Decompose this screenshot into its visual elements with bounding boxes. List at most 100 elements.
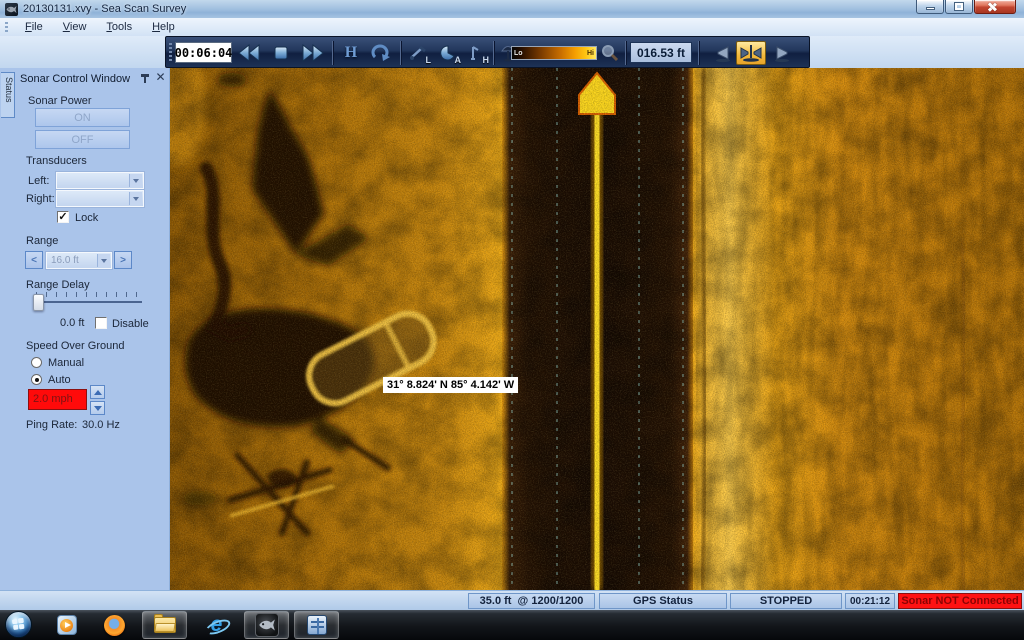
magnifier-icon <box>601 44 619 62</box>
coordinate-label: 31° 8.824' N 85° 4.142' W <box>383 377 518 393</box>
transducers-label: Transducers <box>26 155 87 167</box>
speaker-both-icon <box>739 43 763 63</box>
rotate-button[interactable] <box>366 41 396 65</box>
connection-status-cell: Sonar NOT Connected <box>898 593 1022 609</box>
restore-button[interactable] <box>945 0 973 14</box>
manual-label: Manual <box>48 357 84 369</box>
panel-pin-icon[interactable] <box>140 73 150 84</box>
title-bar: 20130131.xvy - Sea Scan Survey <box>0 0 1024 18</box>
gps-status-cell: GPS Status <box>599 593 727 609</box>
speaker-right-button[interactable] <box>769 41 795 65</box>
speed-spinner-down[interactable] <box>90 401 105 415</box>
fast-forward-icon <box>301 44 325 62</box>
stop-button[interactable] <box>266 41 296 65</box>
speaker-both-button[interactable] <box>736 41 766 65</box>
magnifier-button[interactable] <box>598 41 622 65</box>
range-next-button[interactable]: > <box>114 251 132 269</box>
sonar-power-off-button[interactable]: OFF <box>35 130 130 149</box>
speed-input[interactable]: 2.0 mph <box>28 389 87 410</box>
sonar-image <box>170 68 1024 590</box>
minimize-icon <box>926 7 935 10</box>
range-delay-value: 0.0 ft <box>60 317 84 329</box>
menu-bar: File View Tools Help <box>0 18 1024 36</box>
close-button[interactable] <box>974 0 1016 14</box>
palette-colorbar: Lo Hi <box>511 46 597 60</box>
transducer-right-label: Right: <box>26 193 55 205</box>
transducer-left-label: Left: <box>28 175 49 187</box>
menu-grip-handle[interactable] <box>5 22 8 32</box>
speaker-left-button[interactable] <box>711 41 734 65</box>
h-mode-icon: H <box>345 44 357 62</box>
colorbar-hi-label: Hi <box>587 50 594 57</box>
menu-item-view[interactable]: View <box>54 20 96 34</box>
tool-h-button[interactable]: H <box>464 41 490 65</box>
toolbar-row: 00:06:04 H L <box>0 36 1024 68</box>
colorbar-lo-label: Lo <box>514 50 523 57</box>
slider-thumb[interactable] <box>33 294 44 311</box>
rewind-icon <box>237 44 261 62</box>
range-select[interactable]: 16.0 ft <box>46 252 112 269</box>
time-status-cell: 00:21:12 <box>845 593 895 609</box>
restore-icon <box>955 3 963 10</box>
menu-item-tools[interactable]: Tools <box>97 20 141 34</box>
fast-forward-button[interactable] <box>298 41 328 65</box>
taskbar-item-explorer[interactable] <box>142 611 187 639</box>
disable-checkbox[interactable] <box>95 317 107 329</box>
range-delay-slider[interactable] <box>34 301 142 303</box>
internet-explorer-icon: e <box>205 613 229 637</box>
toolbar: 00:06:04 H L <box>165 36 810 68</box>
taskbar-item-logbook[interactable] <box>294 611 339 639</box>
status-bar: 35.0 ft @ 1200/1200 GPS Status STOPPED 0… <box>0 590 1024 610</box>
taskbar: e 1:23 PM 1/31/2013 <box>0 610 1024 640</box>
seascan-fish-icon <box>255 613 279 637</box>
menu-item-help[interactable]: Help <box>143 20 184 34</box>
tool-a-button[interactable]: A <box>434 41 462 65</box>
range-prev-button[interactable]: < <box>25 251 43 269</box>
transducer-left-select[interactable] <box>56 172 144 189</box>
sonar-waterfall-display[interactable] <box>170 68 1024 590</box>
sonar-control-panel: Status Sonar Control Window ✕ Sonar Powe… <box>0 68 170 590</box>
ping-rate-value: 30.0 Hz <box>82 419 120 431</box>
application-window: 20130131.xvy - Sea Scan Survey File View… <box>0 0 1024 640</box>
playback-time-display: 00:06:04 <box>175 42 232 63</box>
taskbar-item-media-player[interactable] <box>44 611 89 639</box>
minimize-button[interactable] <box>916 0 944 14</box>
slider-tick-marks <box>36 292 142 297</box>
h-mode-button[interactable]: H <box>338 41 364 65</box>
window-title: 20130131.xvy - Sea Scan Survey <box>23 3 186 15</box>
rewind-button[interactable] <box>234 41 264 65</box>
auto-label: Auto <box>48 374 71 386</box>
start-button[interactable] <box>5 611 32 638</box>
taskbar-item-internet-explorer[interactable]: e <box>194 611 239 639</box>
app-fish-icon <box>5 3 18 16</box>
sonar-power-on-button[interactable]: ON <box>35 108 130 127</box>
speaker-right-icon <box>772 43 792 63</box>
rotate-icon <box>371 44 391 62</box>
lock-label: Lock <box>75 212 98 224</box>
status-tab[interactable]: Status <box>1 72 15 118</box>
panel-close-icon[interactable]: ✕ <box>155 71 166 83</box>
sonar-power-label: Sonar Power <box>28 95 92 107</box>
speed-spinner-up[interactable] <box>90 385 105 399</box>
playback-status-cell: STOPPED <box>730 593 842 609</box>
altitude-display: 016.53 ft <box>630 42 692 63</box>
taskbar-item-firefox[interactable] <box>92 611 137 639</box>
ping-rate-label: Ping Rate: <box>26 419 77 431</box>
toolbar-grip-handle[interactable] <box>169 43 172 63</box>
chevron-down-icon <box>129 192 142 205</box>
lock-checkbox[interactable]: ✓ <box>57 211 69 223</box>
logbook-icon <box>307 615 327 635</box>
taskbar-item-seascan[interactable] <box>244 611 289 639</box>
disable-label: Disable <box>112 318 149 330</box>
transducer-right-select[interactable] <box>56 190 144 207</box>
menu-item-file[interactable]: File <box>16 20 52 34</box>
panel-title: Sonar Control Window <box>20 73 130 85</box>
stop-icon <box>274 46 288 60</box>
manual-radio[interactable] <box>31 357 42 368</box>
range-label: Range <box>26 235 58 247</box>
chevron-down-icon <box>129 174 142 187</box>
auto-radio[interactable] <box>31 374 42 385</box>
speaker-left-icon <box>713 43 733 63</box>
speed-over-ground-label: Speed Over Ground <box>26 340 124 352</box>
tool-l-button[interactable]: L <box>404 41 432 65</box>
